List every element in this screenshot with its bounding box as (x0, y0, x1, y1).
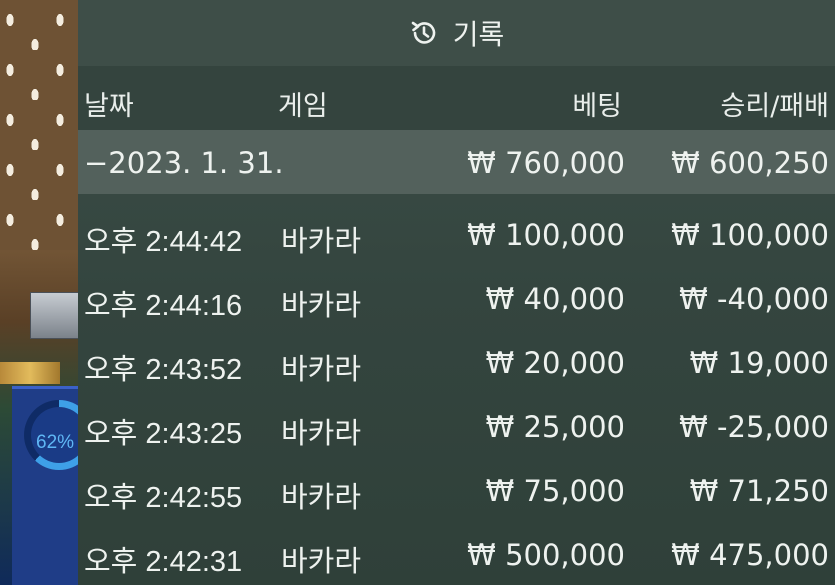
row-time: 오후 2:42:31 (84, 546, 243, 578)
table-row[interactable]: 오후 2:44:16 바카라 ₩ 40,000 ₩ -40,000 (78, 266, 835, 330)
table-row[interactable]: 오후 2:42:55 바카라 ₩ 75,000 ₩ 71,250 (78, 458, 835, 522)
game-background: 62% (0, 0, 90, 585)
column-header-bet[interactable]: 베팅 (572, 84, 622, 123)
summary-date: −2023. 1. 31. (84, 146, 284, 180)
column-header-date[interactable]: 날짜 (84, 84, 134, 123)
row-game: 바카라 (281, 288, 362, 322)
row-game: 바카라 (281, 416, 362, 450)
summary-bet-total: ₩ 760,000 (467, 146, 625, 180)
row-time: 오후 2:44:42 (84, 226, 243, 258)
card-shoe (30, 292, 82, 339)
row-bet: ₩ 75,000 (485, 474, 625, 508)
row-bet: ₩ 40,000 (485, 282, 625, 316)
row-time: 오후 2:44:16 (84, 290, 243, 322)
row-time: 오후 2:43:25 (84, 418, 243, 450)
row-time: 오후 2:43:52 (84, 354, 243, 386)
table-row[interactable]: 오후 2:43:25 바카라 ₩ 25,000 ₩ -25,000 (78, 394, 835, 458)
row-bet: ₩ 20,000 (485, 346, 625, 380)
row-bet: ₩ 500,000 (467, 538, 625, 572)
history-panel: 기록 날짜 게임 베팅 승리/패배 −2023. 1. 31. ₩ 760,00… (78, 0, 835, 585)
row-game: 바카라 (281, 352, 362, 386)
row-result: ₩ -25,000 (679, 410, 829, 444)
row-time: 오후 2:42:55 (84, 482, 243, 514)
row-result: ₩ -40,000 (679, 282, 829, 316)
row-game: 바카라 (281, 224, 362, 258)
row-result: ₩ 71,250 (689, 474, 829, 508)
row-result: ₩ 475,000 (671, 538, 829, 572)
chip-tray (0, 362, 60, 384)
column-headers: 날짜 게임 베팅 승리/패배 (78, 66, 835, 130)
table-row[interactable]: 오후 2:42:31 바카라 ₩ 500,000 ₩ 475,000 (78, 522, 835, 585)
history-icon (411, 21, 436, 44)
row-result: ₩ 19,000 (689, 346, 829, 380)
column-header-game[interactable]: 게임 (278, 84, 328, 123)
summary-row-date[interactable]: −2023. 1. 31. ₩ 760,000 ₩ 600,250 (78, 130, 835, 194)
panel-header: 기록 (78, 0, 835, 66)
panel-title: 기록 (452, 18, 505, 51)
summary-result-total: ₩ 600,250 (671, 146, 829, 180)
row-result: ₩ 100,000 (671, 218, 829, 252)
screen: 62% 기록 날짜 게임 베팅 승리/패배 −2023. 1. 31. ₩ 76… (0, 0, 835, 585)
row-game: 바카라 (281, 480, 362, 514)
progress-label: 62% (36, 432, 75, 453)
row-bet: ₩ 100,000 (467, 218, 625, 252)
row-game: 바카라 (281, 544, 362, 578)
decorative-wall-pattern (0, 0, 90, 250)
column-header-result[interactable]: 승리/패배 (721, 84, 829, 123)
table-row[interactable]: 오후 2:43:52 바카라 ₩ 20,000 ₩ 19,000 (78, 330, 835, 394)
row-bet: ₩ 25,000 (485, 410, 625, 444)
table-row[interactable]: 오후 2:44:42 바카라 ₩ 100,000 ₩ 100,000 (78, 202, 835, 266)
